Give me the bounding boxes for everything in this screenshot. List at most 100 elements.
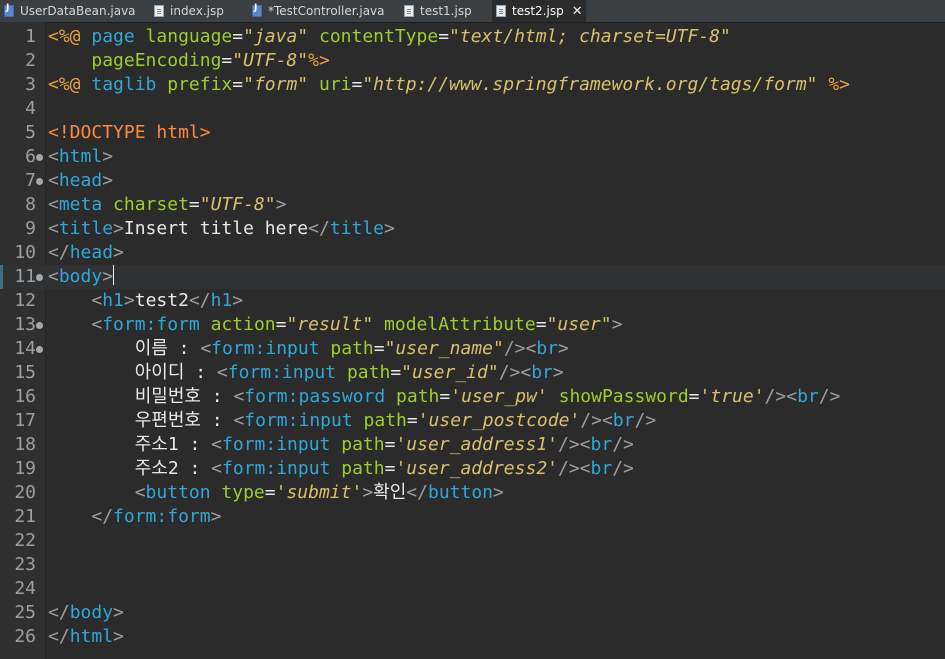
line-number: 7 [25,170,36,191]
line-number: 26 [14,626,36,647]
line-number: 11 [14,266,36,287]
code-token: Insert title here [123,218,309,239]
code-line[interactable]: 14 이름 : <form:input path="user_name"/><b… [0,337,945,361]
fold-toggle-icon[interactable] [36,346,43,353]
code-token: />< [503,338,537,359]
code-text: 주소2 : <form:input path='user_address2'/>… [48,457,634,481]
code-line[interactable]: 17 우편번호 : <form:input path='user_postcod… [0,409,945,433]
code-line[interactable]: 7 <head> [0,169,945,193]
code-line[interactable]: 1 <%@ page language="java" contentType="t… [0,25,945,49]
code-line[interactable]: 4 [0,97,945,121]
code-line[interactable]: 26 </html> [0,625,945,649]
fold-toggle-icon[interactable] [36,178,43,185]
tab-userdatabean-java[interactable]: UserDataBean.java [0,0,136,22]
tab-test1-jsp[interactable]: test1.jsp [400,0,490,22]
code-token: > [362,482,374,503]
code-line[interactable]: 10 </head> [0,241,945,265]
line-number: 13 [14,314,36,335]
line-number: 12 [14,290,36,311]
line-number: 6 [25,146,36,167]
code-line[interactable]: 23 [0,553,945,577]
tab-testcontroller-java[interactable]: *TestController.java [248,0,388,22]
code-token: /> [612,458,634,479]
code-line[interactable]: 20 <button type='submit'>확인</button> [0,481,945,505]
code-token: > [611,314,623,335]
code-token: < [48,266,59,287]
code-line[interactable]: 9 <title>Insert title here</title> [0,217,945,241]
code-token: form:input [222,434,331,455]
code-token: uri [318,74,352,95]
code-editor[interactable]: 1 <%@ page language="java" contentType="t… [0,22,945,659]
code-token: "user" [546,314,612,335]
fold-toggle-icon[interactable] [36,322,43,329]
line-number: 22 [14,530,36,551]
code-line[interactable]: 24 [0,577,945,601]
code-token: "user_name" [384,338,504,359]
code-token: action [210,314,276,335]
code-token: "result" [286,314,374,335]
code-line[interactable]: 25 </body> [0,601,945,625]
tab-test2-jsp[interactable]: test2.jsp ✕ [492,0,586,22]
code-token: < [48,194,59,215]
code-token: h1 [102,290,124,311]
code-token: < [233,386,245,407]
code-token: = [390,362,402,383]
code-text: <body> [48,265,115,289]
code-line[interactable]: 19 주소2 : <form:input path='user_address2… [0,457,945,481]
line-number: 9 [25,218,36,239]
tab-index-jsp[interactable]: index.jsp [150,0,250,22]
fold-toggle-icon[interactable] [36,274,43,281]
code-token: showPassword [558,386,689,407]
code-token: html [156,122,200,143]
code-line[interactable]: 22 [0,529,945,553]
code-token: 'user_pw' [450,386,548,407]
code-token: < [134,482,146,503]
code-token: </ [48,626,70,647]
code-token: > [113,218,124,239]
code-line[interactable]: 11 <body> [0,265,945,289]
code-token: > [493,482,504,503]
code-token: br [590,458,613,479]
code-line[interactable]: 6 <html> [0,145,945,169]
code-token: form:form [102,314,200,335]
code-line[interactable]: 16 비밀번호 : <form:password path='user_pw' … [0,385,945,409]
tab-label: UserDataBean.java [20,4,136,18]
line-number: 24 [14,578,36,599]
code-token: > [199,122,211,143]
code-token: > [210,506,222,527]
code-line[interactable]: 5 <!DOCTYPE html> [0,121,945,145]
code-line[interactable]: 18 주소1 : <form:input path='user_address1… [0,433,945,457]
code-text: </form:form> [48,505,221,529]
java-file-icon [4,3,14,17]
code-line[interactable]: 2 pageEncoding="UTF-8"%> [0,49,945,73]
code-token: > [383,218,395,239]
code-token: form:input [244,410,353,431]
code-line[interactable]: 15 아이디 : <form:input path="user_id"/><br… [0,361,945,385]
code-line[interactable]: 8 <meta charset="UTF-8"> [0,193,945,217]
code-token: 'user_postcode' [417,410,581,431]
code-token: <%@ [48,26,81,47]
code-token: page [91,26,135,47]
code-token: charset [113,194,189,215]
code-token: < [211,434,223,455]
code-token: > [232,290,244,311]
code-line[interactable]: 21 </form:form> [0,505,945,529]
code-token: 비밀번호 : [48,386,234,407]
code-line[interactable]: 12 <h1>test2</h1> [0,289,945,313]
line-number: 3 [25,74,36,95]
code-text: 주소1 : <form:input path='user_address1'/>… [48,433,634,457]
line-number: 23 [14,554,36,575]
code-line[interactable]: 3 <%@ taglib prefix="form" uri="http://ww… [0,73,945,97]
code-token: 'submit' [275,482,363,503]
code-token: h1 [210,290,233,311]
close-icon[interactable]: ✕ [572,5,583,18]
fold-toggle-icon[interactable] [36,154,43,161]
code-line[interactable]: 13 <form:form action="result" modelAttri… [0,313,945,337]
